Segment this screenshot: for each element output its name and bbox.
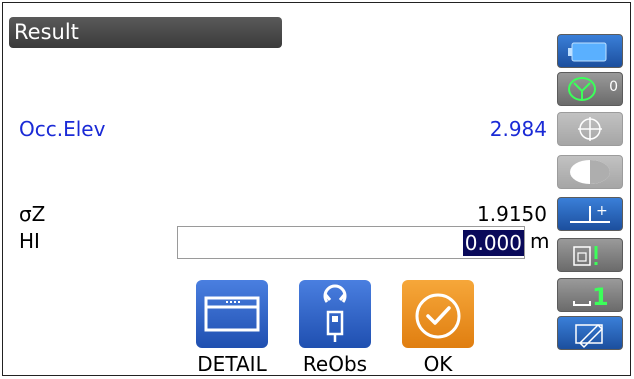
hi-input-value[interactable]: 0.000 [462, 230, 524, 256]
occ-elev-value: 2.984 [489, 117, 547, 141]
occ-elev-label: Occ.Elev [19, 117, 106, 141]
target-count: 0 [609, 79, 618, 95]
half-circle-icon [570, 160, 610, 184]
reobs-button[interactable] [299, 280, 371, 348]
hi-label: HI [19, 229, 40, 253]
half-circle-button[interactable] [557, 155, 623, 189]
edit-button[interactable] [557, 316, 623, 350]
crosshair-icon [578, 117, 602, 141]
check-circle-icon [415, 293, 461, 339]
edit-pen-icon [575, 323, 604, 349]
target-button[interactable]: 0 [557, 72, 623, 106]
detail-button[interactable] [196, 280, 268, 348]
sigma-z-value: 1.9150 [477, 202, 547, 226]
sigma-z-label: σZ [19, 202, 46, 226]
measure-mode-button[interactable] [557, 238, 623, 272]
title-bar: Result [9, 17, 282, 48]
reobserve-prism-icon [323, 284, 347, 342]
height-plus-icon: + [570, 203, 610, 223]
crosshair-button[interactable] [557, 112, 623, 146]
detail-label[interactable]: DETAIL [187, 352, 277, 376]
ok-button[interactable] [402, 280, 474, 348]
svg-text:1: 1 [592, 283, 609, 311]
level-one-icon: 1 [573, 283, 609, 311]
reobs-label[interactable]: ReObs [290, 352, 380, 376]
measure-mode-icon [573, 246, 598, 266]
hi-unit: m [530, 229, 550, 253]
level-one-button[interactable]: 1 [557, 278, 623, 312]
svg-text:+: + [596, 203, 608, 219]
battery-icon [568, 42, 607, 62]
hi-input[interactable]: 0.000 [177, 226, 525, 259]
battery-button[interactable] [557, 34, 623, 68]
height-plus-button[interactable]: + [557, 197, 623, 231]
ok-label[interactable]: OK [393, 352, 483, 376]
detail-window-icon [204, 296, 260, 332]
